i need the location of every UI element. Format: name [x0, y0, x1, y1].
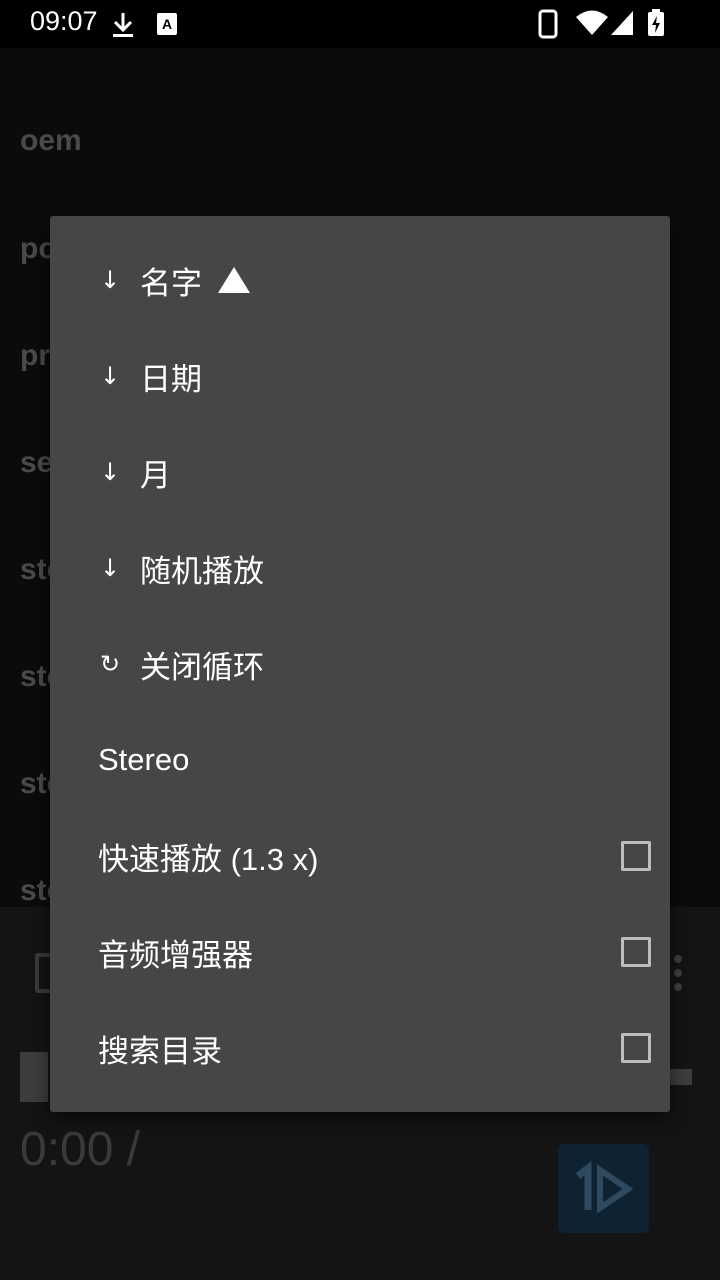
- menu-item-label: 月: [140, 457, 171, 494]
- svg-text:A: A: [162, 16, 172, 32]
- sort-arrow-icon: ↓: [100, 266, 121, 294]
- status-bar: 09:07 A: [0, 0, 720, 48]
- audio-enhancer-checkbox[interactable]: [621, 937, 651, 967]
- sort-arrow-icon: ↓: [100, 554, 121, 582]
- sort-options-menu: ↓ 名字 ↓ 日期 ↓ 月 ↓ 随机播放 ↻ 关闭循环 Stereo 快速播放 …: [50, 216, 670, 1112]
- menu-item-sort-date[interactable]: ↓ 日期: [50, 328, 670, 424]
- menu-item-label: 随机播放: [140, 553, 264, 590]
- play-icon: [575, 1160, 634, 1214]
- menu-item-label: 日期: [140, 361, 202, 398]
- play-button[interactable]: [558, 1144, 649, 1233]
- signal-icon: [611, 11, 633, 35]
- menu-item-fast-play[interactable]: 快速播放 (1.3 x): [50, 808, 670, 904]
- menu-item-label: Stereo: [98, 742, 190, 777]
- battery-charging-icon: [648, 9, 664, 36]
- menu-item-label: 音频增强器: [98, 937, 253, 973]
- sort-ascending-icon: [218, 267, 250, 293]
- menu-item-audio-enhancer[interactable]: 音频增强器: [50, 904, 670, 1000]
- keyboard-a-icon: A: [157, 13, 177, 35]
- menu-item-sort-month[interactable]: ↓ 月: [50, 424, 670, 520]
- menu-item-repeat[interactable]: ↻ 关闭循环: [50, 616, 670, 712]
- list-item[interactable]: oem: [20, 124, 82, 158]
- search-directory-checkbox[interactable]: [621, 1033, 651, 1063]
- menu-item-stereo[interactable]: Stereo: [50, 712, 670, 808]
- repeat-icon: ↻: [100, 650, 121, 678]
- more-options-icon[interactable]: [674, 955, 682, 997]
- menu-item-sort-name[interactable]: ↓ 名字: [50, 232, 670, 328]
- list-item[interactable]: se: [20, 446, 53, 480]
- menu-item-label: 搜索目录: [98, 1033, 222, 1069]
- list-item[interactable]: pr: [20, 339, 50, 373]
- menu-item-label: 快速播放 (1.3 x): [98, 841, 319, 877]
- download-icon: [113, 13, 133, 37]
- seekbar-left[interactable]: [20, 1052, 48, 1102]
- sort-arrow-icon: ↓: [100, 362, 121, 390]
- wifi-icon: [576, 10, 608, 35]
- menu-item-label: 名字: [140, 265, 202, 302]
- sort-arrow-icon: ↓: [100, 458, 121, 486]
- fast-play-checkbox[interactable]: [621, 841, 651, 871]
- status-time: 09:07: [30, 6, 98, 36]
- menu-item-label: 关闭循环: [140, 649, 264, 686]
- menu-item-shuffle[interactable]: ↓ 随机播放: [50, 520, 670, 616]
- phone-icon: [538, 9, 558, 39]
- playback-time: 0:00 /: [20, 1123, 141, 1176]
- menu-item-search-directory[interactable]: 搜索目录: [50, 1000, 670, 1096]
